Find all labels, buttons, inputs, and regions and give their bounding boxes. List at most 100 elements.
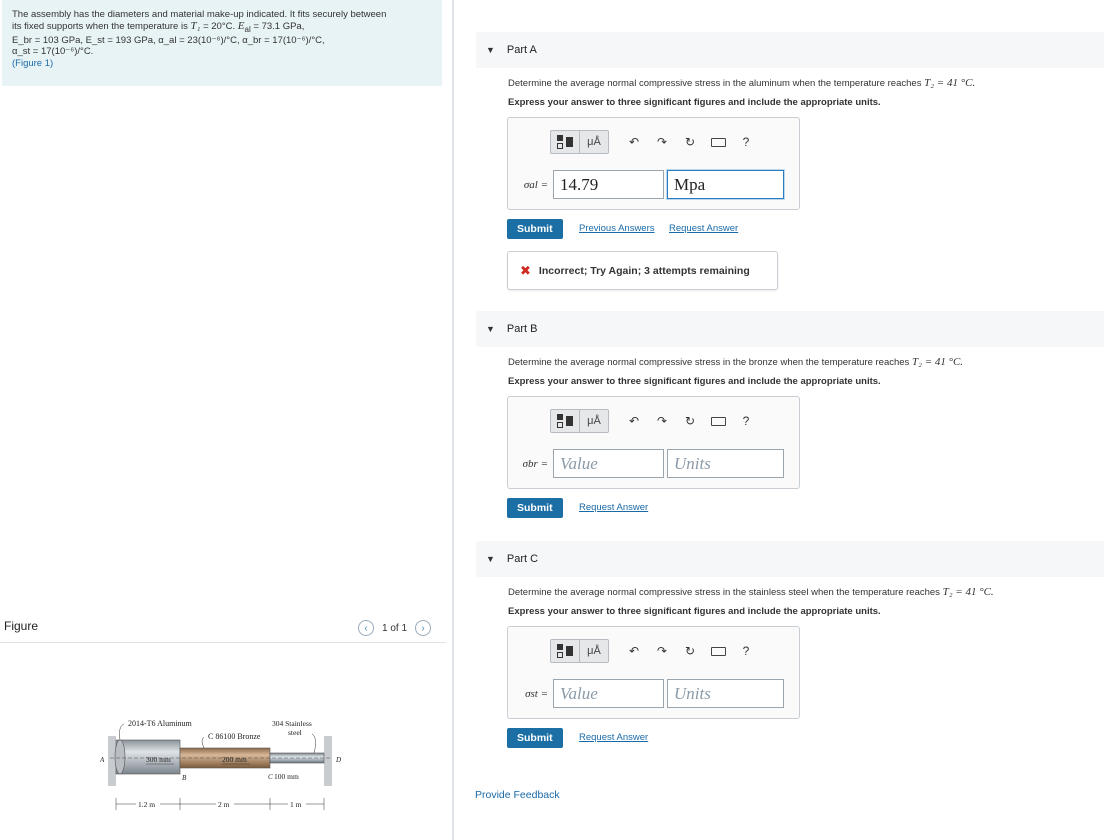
label-aluminum: 2014-T6 Aluminum: [128, 719, 193, 728]
part-b-prompt-text: Determine the average normal compressive…: [508, 357, 912, 368]
part-a-feedback: ✖ Incorrect; Try Again; 3 attempts remai…: [507, 251, 778, 290]
redo-button[interactable]: ↷: [651, 410, 673, 432]
units-button[interactable]: μÅ: [579, 131, 608, 153]
part-b-prompt-math: T₂ = 41 °C.: [911, 356, 964, 368]
figure-pager: ‹ 1 of 1 ›: [358, 620, 432, 636]
label-bronze: C 86100 Bronze: [208, 732, 261, 741]
undo-icon: ↶: [628, 135, 640, 149]
part-c-title: Part C: [506, 553, 539, 565]
part-c-answer-label: σst =: [525, 687, 548, 700]
keyboard-icon: [710, 416, 726, 426]
figure-link[interactable]: (Figure 1): [12, 58, 442, 70]
help-button[interactable]: ?: [735, 131, 757, 153]
redo-button[interactable]: ↷: [651, 131, 673, 153]
label-d-al: 300 mm: [146, 755, 171, 764]
part-a-answer-label: σal =: [523, 178, 548, 191]
label-steel-2: steel: [288, 728, 302, 737]
part-a-instruction: Express your answer to three significant…: [508, 97, 881, 108]
next-figure-button[interactable]: ›: [415, 620, 432, 636]
part-b-value-input[interactable]: Value: [553, 449, 664, 478]
part-c-submit-button[interactable]: Submit: [507, 728, 563, 748]
problem-line-2: its fixed supports when the temperature …: [12, 19, 442, 35]
label-d-br: 200 mm: [222, 755, 247, 764]
caret-down-icon: ▼: [486, 554, 495, 564]
units-button[interactable]: μÅ: [579, 640, 608, 662]
undo-button[interactable]: ↶: [623, 131, 645, 153]
reset-button[interactable]: ↻: [679, 640, 701, 662]
part-b-instruction: Express your answer to three significant…: [508, 376, 881, 387]
caret-down-icon: ▼: [486, 45, 495, 55]
questions-pane: ▼ Part A Determine the average normal co…: [454, 0, 1104, 840]
part-a-value-input[interactable]: 14.79: [553, 170, 664, 199]
part-a-units-input[interactable]: Mpa: [667, 170, 784, 199]
problem-line-1: The assembly has the diameters and mater…: [12, 9, 387, 20]
part-b-units-input[interactable]: Units: [667, 449, 784, 478]
templates-button[interactable]: [551, 640, 579, 662]
part-b-answer-row: σbr = Value Units: [518, 449, 784, 478]
help-button[interactable]: ?: [735, 640, 757, 662]
label-len-st: 1 m: [290, 800, 302, 809]
part-c-prompt-text: Determine the average normal compressive…: [508, 587, 943, 598]
part-b-header[interactable]: ▼ Part B: [476, 311, 1104, 347]
right-wall: [324, 736, 332, 786]
help-button[interactable]: ?: [735, 410, 757, 432]
part-b-title: Part B: [506, 323, 538, 335]
provide-feedback-link[interactable]: Provide Feedback: [475, 789, 560, 801]
part-c-instruction: Express your answer to three significant…: [508, 606, 881, 617]
redo-icon: ↷: [656, 644, 668, 658]
part-c-request-answer-link[interactable]: Request Answer: [579, 732, 648, 743]
label-steel-1: 304 Stainless: [272, 719, 312, 728]
part-a-request-answer-link[interactable]: Request Answer: [669, 223, 738, 234]
reset-button[interactable]: ↻: [679, 410, 701, 432]
part-b-request-answer-link[interactable]: Request Answer: [579, 502, 648, 513]
templates-button[interactable]: [551, 131, 579, 153]
keyboard-icon: [710, 646, 726, 656]
caret-down-icon: ▼: [486, 324, 495, 334]
part-c-answer-box: μÅ ↶ ↷ ↻ ? σst = Value Units: [507, 626, 800, 719]
reset-icon: ↻: [684, 135, 696, 149]
undo-icon: ↶: [628, 644, 640, 658]
keyboard-button[interactable]: [707, 410, 729, 432]
reset-icon: ↻: [684, 644, 696, 658]
part-c-value-input[interactable]: Value: [553, 679, 664, 708]
part-a-answer-box: μÅ ↶ ↷ ↻ ? σal = 14.79 Mpa: [507, 117, 800, 210]
keyboard-button[interactable]: [707, 640, 729, 662]
t1-symbol: T₁: [190, 19, 201, 32]
part-a-submit-button[interactable]: Submit: [507, 219, 563, 239]
keyboard-button[interactable]: [707, 131, 729, 153]
problem-statement: The assembly has the diameters and mater…: [2, 0, 442, 86]
pager-text: 1 of 1: [382, 622, 408, 634]
templates-icon: [557, 414, 573, 428]
part-c-units-input[interactable]: Units: [667, 679, 784, 708]
reset-button[interactable]: ↻: [679, 131, 701, 153]
undo-button[interactable]: ↶: [623, 640, 645, 662]
figure-title: Figure: [4, 619, 39, 633]
problem-line-2-text: its fixed supports when the temperature …: [12, 20, 191, 32]
part-a-previous-answers-link[interactable]: Previous Answers: [579, 223, 655, 234]
template-button-group: μÅ: [550, 130, 609, 154]
label-len-al: 1.2 m: [138, 800, 155, 809]
redo-button[interactable]: ↷: [651, 640, 673, 662]
units-button[interactable]: μÅ: [579, 410, 608, 432]
label-c: C: [268, 773, 273, 781]
problem-line-3: E_br = 103 GPa, E_st = 193 GPa, α_al = 2…: [12, 34, 325, 46]
label-len-br: 2 m: [218, 800, 230, 809]
part-b-answer-box: μÅ ↶ ↷ ↻ ? σbr = Value Units: [507, 396, 800, 489]
part-a-prompt: Determine the average normal compressive…: [508, 77, 975, 89]
eal-symbol: E: [237, 19, 245, 32]
label-b: B: [182, 774, 187, 782]
prev-figure-button[interactable]: ‹: [358, 620, 374, 636]
undo-button[interactable]: ↶: [623, 410, 645, 432]
part-b-submit-button[interactable]: Submit: [507, 498, 563, 518]
label-d: D: [335, 756, 341, 764]
part-a-feedback-text: Incorrect; Try Again; 3 attempts remaini…: [538, 264, 750, 277]
part-c-header[interactable]: ▼ Part C: [476, 541, 1104, 577]
chevron-left-icon: ‹: [364, 622, 368, 634]
problem-pane: The assembly has the diameters and mater…: [0, 0, 452, 840]
templates-button[interactable]: [551, 410, 579, 432]
chevron-right-icon: ›: [421, 622, 425, 634]
part-a-header[interactable]: ▼ Part A: [476, 32, 1104, 68]
templates-icon: [557, 135, 573, 149]
incorrect-x-icon: ✖: [520, 262, 531, 278]
label-d-st: 100 mm: [274, 772, 299, 781]
